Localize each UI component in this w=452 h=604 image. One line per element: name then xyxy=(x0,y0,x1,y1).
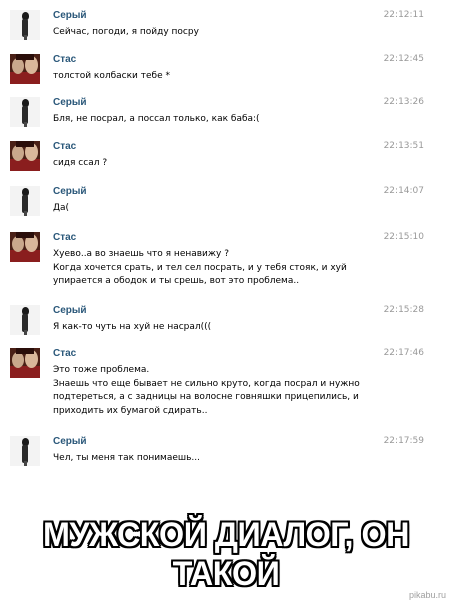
sender-name[interactable]: Стас xyxy=(53,141,76,152)
message-text: Хуево..а во знаешь что я ненавижу ? Когда… xyxy=(53,248,383,289)
message-timestamp: 22:14:07 xyxy=(383,186,424,196)
message-text: толстой колбаски тебе * xyxy=(53,70,383,84)
message-line: подтереться, а с задницы на волосне говн… xyxy=(53,392,359,402)
message-timestamp: 22:15:28 xyxy=(383,305,424,315)
message-line: Бля, не посрал, а поссал только, как баб… xyxy=(53,114,260,124)
avatar[interactable] xyxy=(10,232,40,262)
message-line: Да( xyxy=(53,203,70,213)
sender-name[interactable]: Серый xyxy=(53,436,87,447)
message-text: Сейчас, погоди, я пойду посру xyxy=(53,26,383,40)
message-line: Я как-то чуть на хуй не насрал((( xyxy=(53,322,212,332)
message-line: Когда хочется срать, и тел сел посрать, … xyxy=(53,262,347,273)
avatar[interactable] xyxy=(10,186,40,216)
message-timestamp: 22:13:26 xyxy=(383,97,424,107)
avatar[interactable] xyxy=(10,436,40,466)
message-line: приходить их бумагой сдирать.. xyxy=(53,405,208,416)
sender-name[interactable]: Стас xyxy=(53,232,76,243)
avatar[interactable] xyxy=(10,54,40,84)
meme-caption: МУЖСКОЙ ДИАЛОГ, ОН ТАКОЙ xyxy=(42,516,409,593)
message-line: Чел, ты меня так понимаешь... xyxy=(53,453,201,463)
message-text: Бля, не посрал, а поссал только, как баб… xyxy=(53,113,383,127)
avatar[interactable] xyxy=(10,348,40,378)
message-line: Это тоже проблема. xyxy=(53,365,150,375)
sender-name[interactable]: Стас xyxy=(53,54,76,65)
message-timestamp: 22:12:11 xyxy=(383,10,424,20)
sender-name[interactable]: Серый xyxy=(53,305,87,316)
message-timestamp: 22:12:45 xyxy=(383,54,424,64)
message-timestamp: 22:15:10 xyxy=(383,232,424,242)
message-text: сидя ссал ? xyxy=(53,157,383,171)
message-timestamp: 22:13:51 xyxy=(383,141,424,151)
message-text: Чел, ты меня так понимаешь... xyxy=(53,452,383,466)
message-text: Я как-то чуть на хуй не насрал((( xyxy=(53,321,383,335)
sender-name[interactable]: Серый xyxy=(53,97,87,108)
sender-name[interactable]: Стас xyxy=(53,348,76,359)
watermark: pikabu.ru xyxy=(408,590,446,600)
message-text: Это тоже проблема. Знаешь что еще бывает … xyxy=(53,364,383,418)
message-line: Знаешь что еще бывает не сильно круто, к… xyxy=(53,378,360,389)
avatar[interactable] xyxy=(10,10,40,40)
message-timestamp: 22:17:46 xyxy=(383,348,424,358)
message-line: Сейчас, погоди, я пойду посру xyxy=(53,27,199,37)
message-line: сидя ссал ? xyxy=(53,158,108,168)
avatar[interactable] xyxy=(10,97,40,127)
avatar[interactable] xyxy=(10,305,40,335)
message-line: толстой колбаски тебе * xyxy=(53,71,170,81)
sender-name[interactable]: Серый xyxy=(53,186,87,197)
avatar[interactable] xyxy=(10,141,40,171)
message-timestamp: 22:17:59 xyxy=(383,436,424,446)
sender-name[interactable]: Серый xyxy=(53,10,87,21)
message-line: упирается а ободок и ты срешь, вот это п… xyxy=(53,276,300,286)
message-line: Хуево..а во знаешь что я ненавижу ? xyxy=(53,249,229,259)
message-text: Да( xyxy=(53,202,383,216)
